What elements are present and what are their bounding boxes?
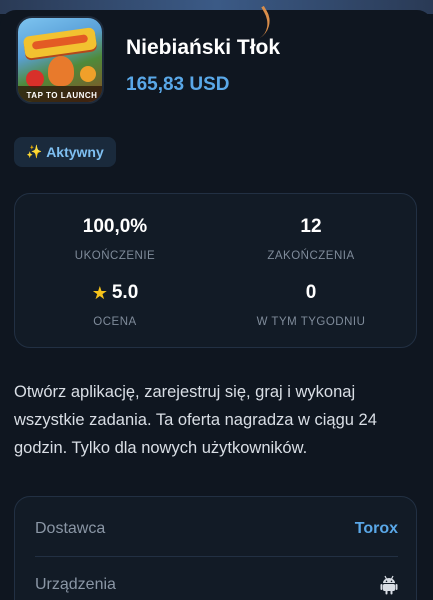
stat-rating: ★ 5.0 OCENA xyxy=(15,282,215,328)
icon-fruit-orange xyxy=(80,66,96,82)
stat-completions: 12 ZAKOŃCZENIA xyxy=(211,216,411,262)
stat-completion-value: 100,0% xyxy=(82,216,148,237)
stat-completion: 100,0% UKOŃCZENIE xyxy=(15,216,215,262)
star-icon: ★ xyxy=(91,282,108,303)
stat-week: 0 W TYM TYGODNIU xyxy=(211,282,411,328)
sparkles-icon: ✨ xyxy=(26,144,43,159)
stat-completions-value: 12 xyxy=(300,216,322,237)
icon-caption: TAP TO LAUNCH xyxy=(18,86,102,102)
stat-rating-label: OCENA xyxy=(93,316,137,328)
stat-week-value: 0 xyxy=(305,282,317,303)
status-badge: ✨ Aktywny xyxy=(14,137,116,167)
devices-row: Urządzenia xyxy=(35,557,398,600)
stat-completion-label: UKOŃCZENIE xyxy=(74,250,156,262)
details-card: Dostawca Torox Urządzenia xyxy=(14,496,417,600)
stat-rating-value: 5.0 xyxy=(111,282,139,303)
stats-card: 100,0% UKOŃCZENIE 12 ZAKOŃCZENIA ★ 5.0 O… xyxy=(14,193,417,348)
offer-description: Otwórz aplikację, zarejestruj się, graj … xyxy=(14,383,377,457)
android-icon xyxy=(380,575,398,595)
provider-label: Dostawca xyxy=(35,519,106,537)
status-badge-label: Aktywny xyxy=(46,144,104,160)
offer-sheet: TAP TO LAUNCH Niebiański Tłok 165,83 USD… xyxy=(0,5,433,600)
stat-completions-label: ZAKOŃCZENIA xyxy=(267,250,355,262)
reward-price: 165,83 USD xyxy=(126,74,230,95)
icon-character xyxy=(48,56,74,86)
provider-row: Dostawca Torox xyxy=(35,501,398,557)
app-icon[interactable]: TAP TO LAUNCH xyxy=(16,16,104,104)
devices-label: Urządzenia xyxy=(35,576,116,593)
app-title: Niebiański Tłok xyxy=(126,36,281,59)
provider-value: Torox xyxy=(354,519,398,537)
stat-rating-value-wrap: ★ 5.0 xyxy=(15,282,215,304)
stat-week-label: W TYM TYGODNIU xyxy=(256,316,366,328)
